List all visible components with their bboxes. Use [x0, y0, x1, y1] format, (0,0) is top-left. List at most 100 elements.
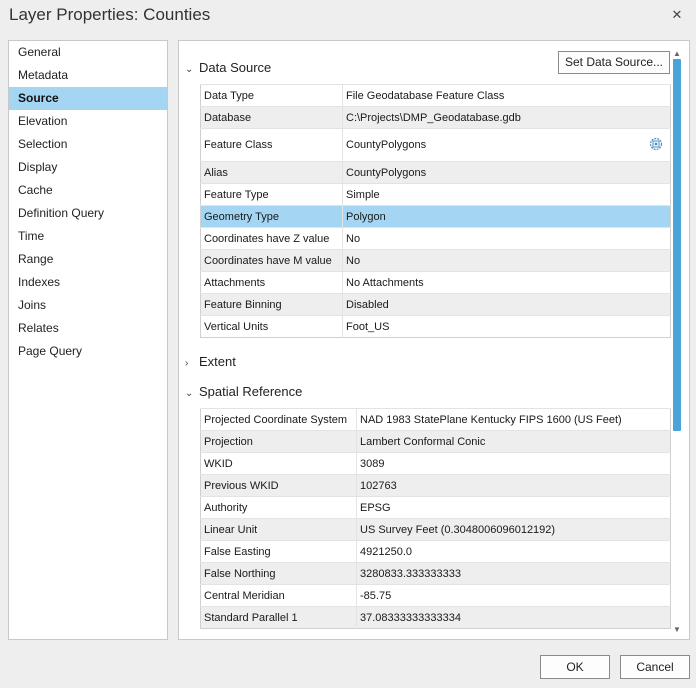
nav-item-selection[interactable]: Selection [9, 133, 167, 156]
property-name: WKID [200, 452, 357, 475]
property-name: Projected Coordinate System [200, 408, 357, 431]
property-name: Standard Parallel 1 [200, 606, 357, 629]
window-title: Layer Properties: Counties [9, 5, 211, 24]
property-value: Foot_US [342, 315, 671, 338]
property-name: Previous WKID [200, 474, 357, 497]
property-name: Feature Class [200, 128, 343, 162]
property-value: -85.75 [356, 584, 671, 607]
data-source-header[interactable]: ⌄ Data Source [185, 58, 271, 78]
property-value: File Geodatabase Feature Class [342, 84, 671, 107]
chevron-down-icon: ⌄ [185, 64, 194, 75]
property-value: No [342, 249, 671, 272]
nav-item-display[interactable]: Display [9, 156, 167, 179]
table-row[interactable]: Database C:\Projects\DMP_Geodatabase.gdb [200, 106, 671, 129]
nav-item-cache[interactable]: Cache [9, 179, 167, 202]
property-name: Alias [200, 161, 343, 184]
extent-header[interactable]: › Extent [185, 352, 236, 372]
table-row[interactable]: Feature Class CountyPolygons [200, 128, 671, 162]
table-row[interactable]: Standard Parallel 1 37.08333333333334 [200, 606, 671, 629]
table-row[interactable]: False Easting 4921250.0 [200, 540, 671, 563]
close-button[interactable]: ✕ [666, 4, 688, 26]
property-value: No [342, 227, 671, 250]
table-row[interactable]: Linear Unit US Survey Feet (0.3048006096… [200, 518, 671, 541]
property-name: Feature Type [200, 183, 343, 206]
nav-item-joins[interactable]: Joins [9, 294, 167, 317]
property-name: Database [200, 106, 343, 129]
nav-item-source[interactable]: Source [9, 87, 167, 110]
ok-button[interactable]: OK [540, 655, 610, 679]
property-value: No Attachments [342, 271, 671, 294]
table-row[interactable]: Feature Type Simple [200, 183, 671, 206]
property-page-list: General Metadata Source Elevation Select… [8, 40, 168, 640]
table-row[interactable]: Data Type File Geodatabase Feature Class [200, 84, 671, 107]
table-row[interactable]: Coordinates have M value No [200, 249, 671, 272]
nav-item-indexes[interactable]: Indexes [9, 271, 167, 294]
vertical-scrollbar[interactable]: ▲ ▼ [671, 49, 683, 635]
property-value: CountyPolygons [346, 139, 427, 151]
table-row[interactable]: Authority EPSG [200, 496, 671, 519]
property-value: Lambert Conformal Conic [356, 430, 671, 453]
spatial-reference-heading: Spatial Reference [199, 384, 303, 399]
nav-item-definition-query[interactable]: Definition Query [9, 202, 167, 225]
table-row-selected[interactable]: Geometry Type Polygon [200, 205, 671, 228]
table-row[interactable]: Projected Coordinate System NAD 1983 Sta… [200, 408, 671, 431]
nav-item-metadata[interactable]: Metadata [9, 64, 167, 87]
property-value: CountyPolygons [342, 161, 671, 184]
set-data-source-button[interactable]: Set Data Source... [558, 51, 670, 74]
nav-item-elevation[interactable]: Elevation [9, 110, 167, 133]
table-row[interactable]: WKID 3089 [200, 452, 671, 475]
property-value: 4921250.0 [356, 540, 671, 563]
property-name: Attachments [200, 271, 343, 294]
nav-item-general[interactable]: General [9, 41, 167, 64]
table-row[interactable]: Coordinates have Z value No [200, 227, 671, 250]
spatial-reference-header[interactable]: ⌄ Spatial Reference [185, 382, 302, 402]
nav-item-page-query[interactable]: Page Query [9, 340, 167, 363]
property-name: Coordinates have Z value [200, 227, 343, 250]
nav-item-range[interactable]: Range [9, 248, 167, 271]
table-row[interactable]: Projection Lambert Conformal Conic [200, 430, 671, 453]
property-value: Polygon [342, 205, 671, 228]
property-value: Disabled [342, 293, 671, 316]
source-page: ⌄ Data Source Set Data Source... Data Typ… [178, 40, 690, 640]
property-name: False Northing [200, 562, 357, 585]
property-value: C:\Projects\DMP_Geodatabase.gdb [342, 106, 671, 129]
property-name: Projection [200, 430, 357, 453]
cancel-button[interactable]: Cancel [620, 655, 690, 679]
property-name: Central Meridian [200, 584, 357, 607]
property-value-cell: CountyPolygons [342, 128, 671, 162]
property-value: 3280833.333333333 [356, 562, 671, 585]
property-name: Geometry Type [200, 205, 343, 228]
scroll-thumb[interactable] [673, 59, 681, 431]
scroll-up-icon[interactable]: ▲ [671, 49, 683, 59]
feature-class-properties-icon[interactable] [649, 137, 663, 151]
property-name: Linear Unit [200, 518, 357, 541]
property-name: Data Type [200, 84, 343, 107]
table-row[interactable]: Central Meridian -85.75 [200, 584, 671, 607]
property-name: Coordinates have M value [200, 249, 343, 272]
title-bar: Layer Properties: Counties ✕ [0, 0, 696, 32]
property-value: 3089 [356, 452, 671, 475]
chevron-right-icon: › [185, 358, 189, 369]
chevron-down-icon: ⌄ [185, 388, 194, 399]
table-row[interactable]: False Northing 3280833.333333333 [200, 562, 671, 585]
property-value: 102763 [356, 474, 671, 497]
scroll-down-icon[interactable]: ▼ [671, 625, 683, 635]
property-name: Feature Binning [200, 293, 343, 316]
close-icon: ✕ [671, 7, 683, 22]
table-row[interactable]: Attachments No Attachments [200, 271, 671, 294]
property-name: False Easting [200, 540, 357, 563]
table-row[interactable]: Alias CountyPolygons [200, 161, 671, 184]
nav-item-time[interactable]: Time [9, 225, 167, 248]
data-source-table: Data Type File Geodatabase Feature Class… [200, 84, 671, 338]
nav-item-relates[interactable]: Relates [9, 317, 167, 340]
table-row[interactable]: Vertical Units Foot_US [200, 315, 671, 338]
table-row[interactable]: Previous WKID 102763 [200, 474, 671, 497]
spatial-reference-table: Projected Coordinate System NAD 1983 Sta… [200, 408, 671, 629]
property-name: Authority [200, 496, 357, 519]
table-row[interactable]: Feature Binning Disabled [200, 293, 671, 316]
property-value: US Survey Feet (0.3048006096012192) [356, 518, 671, 541]
property-value: NAD 1983 StatePlane Kentucky FIPS 1600 (… [356, 408, 671, 431]
extent-heading: Extent [199, 354, 236, 369]
property-value: 37.08333333333334 [356, 606, 671, 629]
data-source-heading: Data Source [199, 60, 272, 75]
